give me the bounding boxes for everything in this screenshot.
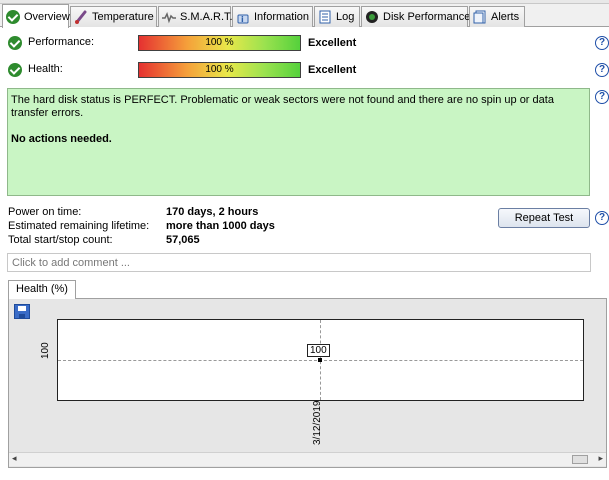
health-row: Health: 100 % Excellent <box>8 61 598 79</box>
performance-bar: 100 % <box>138 35 301 51</box>
tab-temperature-label: Temperature <box>92 11 154 23</box>
scroll-thumb[interactable] <box>572 455 588 464</box>
repeat-test-button[interactable]: Repeat Test <box>498 208 590 228</box>
status-action: No actions needed. <box>11 133 112 145</box>
power-on-label: Power on time: <box>8 206 82 218</box>
check-circle-icon <box>8 36 22 50</box>
check-circle-icon <box>6 9 20 24</box>
chart-panel: 100 100 3/12/2019 ◂ ▸ <box>8 298 607 468</box>
log-icon <box>318 10 332 24</box>
comment-field[interactable]: Click to add comment ... <box>7 253 591 272</box>
performance-row: Performance: 100 % Excellent <box>8 34 598 52</box>
lifetime-value: more than 1000 days <box>166 220 275 232</box>
data-label: 100 <box>307 344 330 357</box>
performance-label: Performance: <box>28 36 95 48</box>
svg-text:i: i <box>241 15 244 24</box>
tab-overview-label: Overview <box>24 10 70 23</box>
window-top-edge <box>0 0 609 4</box>
startstop-label: Total start/stop count: <box>8 234 113 246</box>
help-icon[interactable]: ? <box>595 211 609 225</box>
help-icon[interactable]: ? <box>595 36 609 50</box>
tab-temperature[interactable]: Temperature <box>70 6 157 27</box>
health-label: Health: <box>28 63 63 75</box>
help-icon[interactable]: ? <box>595 63 609 77</box>
startstop-value: 57,065 <box>166 234 200 246</box>
scroll-right-icon[interactable]: ▸ <box>598 453 603 464</box>
gauge-icon <box>365 10 379 24</box>
tab-alerts-label: Alerts <box>491 11 520 23</box>
tab-disk-performance[interactable]: Disk Performance <box>361 6 471 27</box>
horizontal-scrollbar[interactable]: ◂ ▸ <box>9 452 606 466</box>
health-bar: 100 % <box>138 62 301 78</box>
tab-log-label: Log <box>336 11 355 23</box>
health-rating: Excellent <box>308 64 357 76</box>
tab-health-chart[interactable]: Health (%) <box>8 280 76 299</box>
smart-wave-icon <box>162 10 176 24</box>
status-message-box: The hard disk status is PERFECT. Problem… <box>7 88 590 196</box>
alerts-icon <box>473 10 487 24</box>
scroll-left-icon[interactable]: ◂ <box>12 453 17 464</box>
health-value: 100 % <box>205 64 234 75</box>
tab-information-label: Information <box>254 11 310 23</box>
tab-smart-label: S.M.A.R.T. <box>180 11 233 23</box>
status-message: The hard disk status is PERFECT. Problem… <box>11 94 554 119</box>
performance-rating: Excellent <box>308 37 357 49</box>
tab-alerts[interactable]: Alerts <box>469 6 525 27</box>
tab-disk-performance-label: Disk Performance <box>383 11 471 23</box>
tab-smart[interactable]: S.M.A.R.T. <box>158 6 233 27</box>
check-circle-icon <box>8 63 22 77</box>
tab-overview[interactable]: Overview <box>2 4 70 28</box>
data-point <box>318 358 322 362</box>
lifetime-label: Estimated remaining lifetime: <box>8 220 150 232</box>
info-icon: i <box>236 10 250 24</box>
help-icon[interactable]: ? <box>595 90 609 104</box>
x-tick-label: 3/12/2019 <box>312 400 323 446</box>
save-icon[interactable] <box>14 304 30 319</box>
tab-strip: Overview Temperature S.M.A.R.T. i Inform… <box>0 0 609 28</box>
performance-value: 100 % <box>205 37 234 48</box>
tab-log[interactable]: Log <box>314 6 360 27</box>
thermometer-icon <box>74 10 88 24</box>
y-tick-label: 100 <box>40 342 51 359</box>
health-chart-plot: 100 <box>57 319 584 401</box>
tab-information[interactable]: i Information <box>232 6 313 27</box>
power-on-value: 170 days, 2 hours <box>166 206 259 218</box>
